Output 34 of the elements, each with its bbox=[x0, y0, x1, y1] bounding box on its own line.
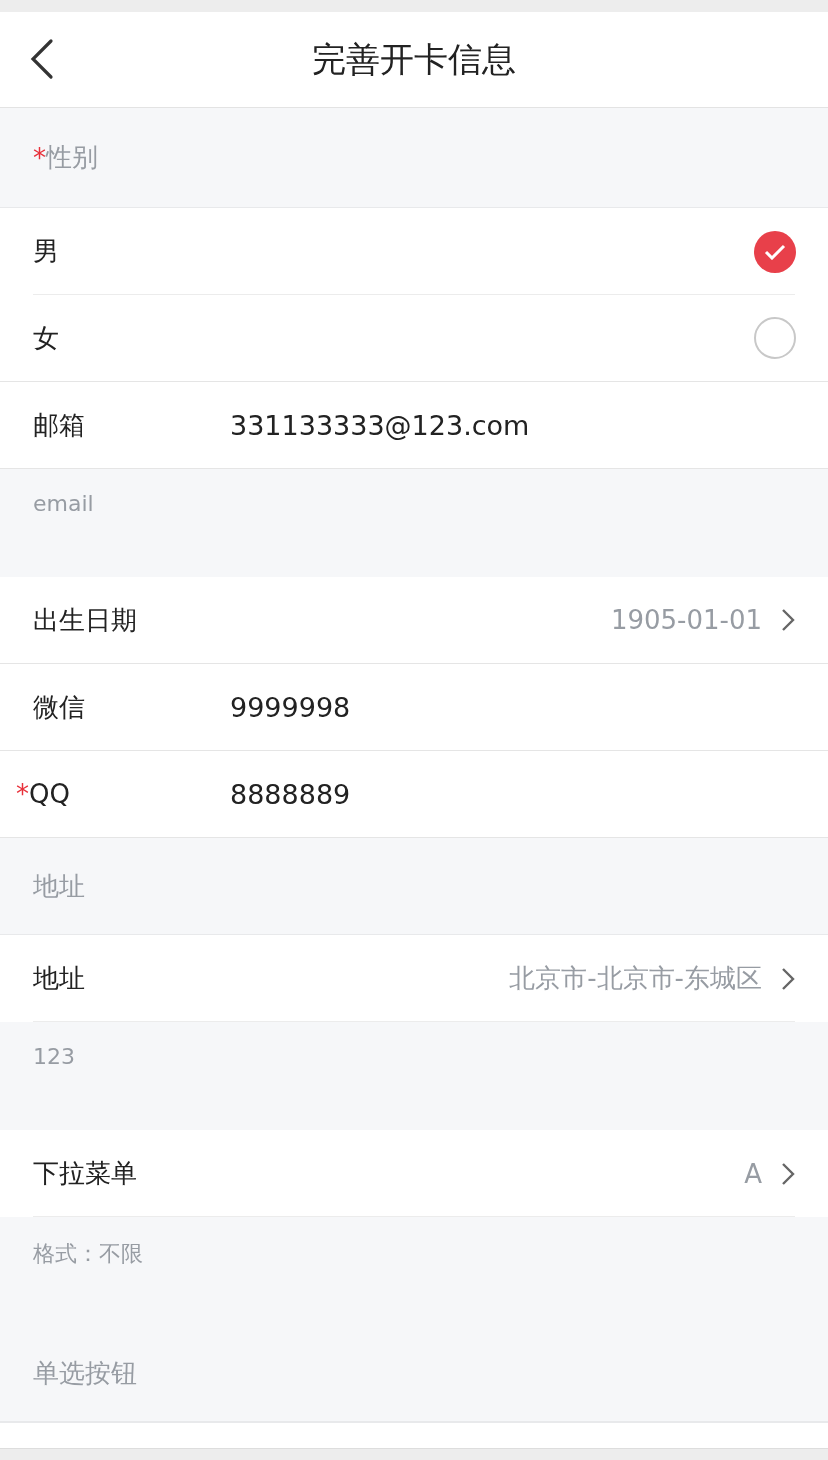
required-mark: * bbox=[33, 142, 46, 173]
section-header: 地址 bbox=[33, 869, 85, 903]
hint-text: 格式：不限 bbox=[33, 1241, 143, 1266]
chevron-right-icon bbox=[780, 607, 796, 633]
picker-row[interactable]: 地址 北京市-北京市-东城区 bbox=[0, 935, 828, 1022]
input-field[interactable]: 8888889 bbox=[230, 778, 796, 810]
option-label: 女 bbox=[33, 321, 60, 355]
input-field[interactable]: 9999998 bbox=[230, 691, 796, 723]
radio-option[interactable]: 女 bbox=[0, 295, 828, 382]
field-label: 邮箱 bbox=[33, 408, 86, 442]
field-label: QQ bbox=[29, 779, 70, 809]
radio-button[interactable] bbox=[754, 317, 796, 359]
hint-text: 123 bbox=[33, 1044, 75, 1069]
window-title: 完善开卡信息 bbox=[312, 37, 516, 81]
hint-text: email bbox=[33, 491, 94, 516]
chevron-right-icon bbox=[780, 965, 796, 992]
radio-option[interactable]: 男 bbox=[0, 208, 828, 295]
field-label: 微信 bbox=[33, 690, 86, 724]
option-label: 男 bbox=[33, 235, 60, 268]
field-label: 出生日期 bbox=[33, 603, 138, 637]
picker-row[interactable]: 下拉菜单 A bbox=[0, 1130, 828, 1217]
field-label: 下拉菜单 bbox=[33, 1157, 138, 1190]
back-icon bbox=[29, 38, 55, 80]
section-header: 单选按钮 bbox=[33, 1356, 137, 1390]
radio-button[interactable] bbox=[754, 230, 796, 273]
picker-value: A bbox=[744, 1158, 762, 1189]
picker-value: 1905-01-01 bbox=[610, 605, 762, 635]
required-mark: * bbox=[16, 779, 29, 809]
check-icon bbox=[764, 243, 786, 260]
picker-value: 北京市-北京市-东城区 bbox=[509, 962, 762, 995]
field-label: 地址 bbox=[33, 962, 86, 995]
section-header: 性别 bbox=[46, 141, 98, 174]
chevron-right-icon bbox=[780, 1160, 796, 1187]
input-field[interactable]: 331133333@123.com bbox=[230, 409, 796, 441]
